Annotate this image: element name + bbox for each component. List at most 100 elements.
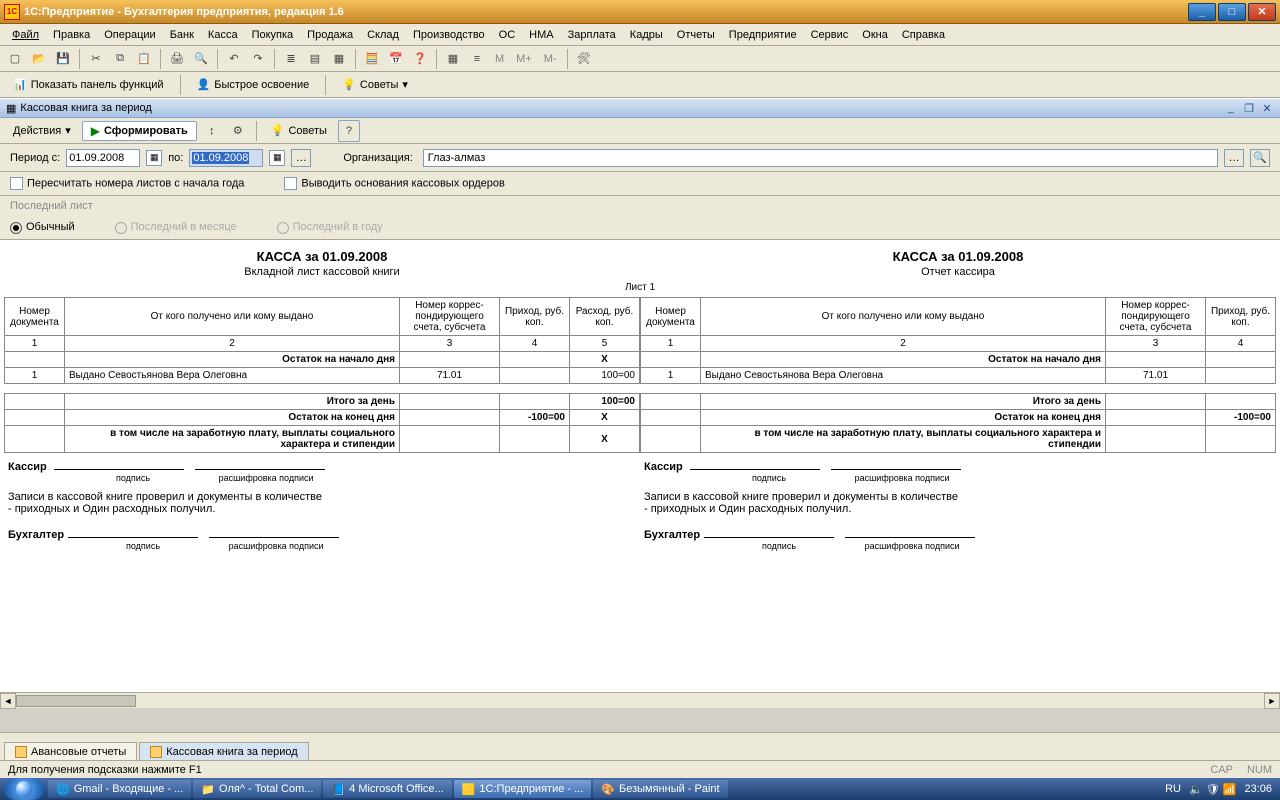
task-totalcmd[interactable]: 📁 Оля^ - Total Com... [193, 780, 321, 798]
close-button[interactable]: ✕ [1248, 3, 1276, 21]
report-subtitle-right: Отчет кассира [640, 266, 1276, 278]
tab-cash-book[interactable]: Кассовая книга за период [139, 742, 308, 761]
mplus-icon[interactable]: M+ [511, 48, 537, 70]
menu-help[interactable]: Справка [896, 27, 951, 43]
recalc-checkbox[interactable]: Пересчитать номера листов с начала года [10, 177, 244, 190]
calendar-icon[interactable]: 📅 [385, 48, 407, 70]
statusbar: Для получения подсказки нажмите F1 CAP N… [0, 760, 1280, 778]
sub-min-icon[interactable]: _ [1224, 101, 1238, 115]
scroll-right-icon[interactable]: ► [1264, 693, 1280, 709]
menu-operations[interactable]: Операции [98, 27, 161, 43]
menu-cash[interactable]: Касса [202, 27, 244, 43]
report-area: КАССА за 01.09.2008 Вкладной лист кассов… [0, 240, 1280, 692]
checks-row: Пересчитать номера листов с начала года … [0, 172, 1280, 196]
tray-lang[interactable]: RU [1165, 783, 1181, 795]
menu-production[interactable]: Производство [407, 27, 491, 43]
task-office[interactable]: 📘 4 Microsoft Office... [323, 780, 451, 798]
menubar: Файл Правка Операции Банк Касса Покупка … [0, 24, 1280, 46]
menu-warehouse[interactable]: Склад [361, 27, 405, 43]
paste-icon[interactable]: 📋 [133, 48, 155, 70]
action-icon-1[interactable]: ↕ [201, 120, 223, 142]
redo-icon[interactable]: ↷ [247, 48, 269, 70]
advice-button[interactable]: 💡 Советы ▾ [335, 74, 415, 96]
menu-windows[interactable]: Окна [856, 27, 894, 43]
tool2-icon[interactable]: ▤ [304, 48, 326, 70]
app-icon: 1C [4, 4, 20, 20]
new-icon[interactable]: ▢ [4, 48, 26, 70]
calendar-from-icon[interactable]: ▦ [146, 150, 162, 166]
quick-learn-button[interactable]: 👤 Быстрое освоение [190, 74, 317, 96]
radio-last-year[interactable]: Последний в году [277, 221, 383, 233]
menu-salary[interactable]: Зарплата [562, 27, 622, 43]
menu-reports[interactable]: Отчеты [671, 27, 721, 43]
menu-service[interactable]: Сервис [805, 27, 855, 43]
subwindow-title: Кассовая книга за период [20, 102, 151, 114]
subwindow-titlebar: ▦ Кассовая книга за период _ ❐ ✕ [0, 98, 1280, 118]
menu-sale[interactable]: Продажа [301, 27, 359, 43]
menu-staff[interactable]: Кадры [624, 27, 669, 43]
table-icon[interactable]: ▦ [442, 48, 464, 70]
show-panel-button[interactable]: 📊 Показать панель функций [6, 74, 171, 96]
find-icon[interactable]: 🔍 [190, 48, 212, 70]
copy-icon[interactable]: ⧉ [109, 48, 131, 70]
cut-icon[interactable]: ✂ [85, 48, 107, 70]
action-bar: Действия ▾ ▶ Сформировать ↕ ⚙ 💡 Советы ? [0, 118, 1280, 144]
mminus-icon[interactable]: M- [539, 48, 562, 70]
report-subtitle-left: Вкладной лист кассовой книги [4, 266, 640, 278]
advice2-button[interactable]: 💡 Советы [264, 120, 334, 142]
menu-enterprise[interactable]: Предприятие [723, 27, 803, 43]
tab-advance-reports[interactable]: Авансовые отчеты [4, 742, 137, 761]
start-button[interactable] [4, 778, 44, 800]
task-paint[interactable]: 🎨 Безымянный - Paint [593, 780, 727, 798]
open-icon[interactable]: 📂 [28, 48, 50, 70]
system-tray[interactable]: RU 🔈 🛡 📶 23:06 [1157, 783, 1280, 796]
calc-icon[interactable]: 🧮 [361, 48, 383, 70]
menu-bank[interactable]: Банк [164, 27, 200, 43]
horizontal-scrollbar[interactable]: ◄ ► [0, 692, 1280, 708]
date-from-input[interactable]: 01.09.2008 [66, 149, 140, 167]
tab-icon [15, 746, 27, 758]
radio-last-month[interactable]: Последний в месяце [115, 221, 237, 233]
status-cap: CAP [1210, 764, 1233, 776]
report-title-left: КАССА за 01.09.2008 [4, 249, 640, 264]
menu-purchase[interactable]: Покупка [246, 27, 300, 43]
actions-dropdown[interactable]: Действия ▾ [6, 120, 78, 142]
calendar-to-icon[interactable]: ▦ [269, 150, 285, 166]
m-icon[interactable]: M [490, 48, 509, 70]
print-icon[interactable]: 🖨 [166, 48, 188, 70]
period-select-button[interactable]: … [291, 149, 311, 167]
org-open-button[interactable]: 🔍 [1250, 149, 1270, 167]
scroll-left-icon[interactable]: ◄ [0, 693, 16, 709]
org-select-button[interactable]: … [1224, 149, 1244, 167]
menu-os[interactable]: ОС [493, 27, 522, 43]
list-icon[interactable]: ≡ [466, 48, 488, 70]
save-icon[interactable]: 💾 [52, 48, 74, 70]
date-to-input[interactable]: 01.09.2008 [189, 149, 263, 167]
org-input[interactable]: Глаз-алмаз [423, 149, 1218, 167]
task-1c[interactable]: 🟨 1С:Предприятие - ... [454, 780, 592, 798]
person-icon: 👤 [197, 78, 211, 91]
help2-icon[interactable]: ? [338, 120, 360, 142]
tray-icons[interactable]: 🔈 🛡 📶 [1189, 783, 1236, 796]
tool-icon[interactable]: ≣ [280, 48, 302, 70]
settings-icon[interactable]: 🛠 [573, 48, 595, 70]
to-label: по: [168, 152, 183, 164]
action-icon-2[interactable]: ⚙ [227, 120, 249, 142]
minimize-button[interactable]: _ [1188, 3, 1216, 21]
sub-restore-icon[interactable]: ❐ [1242, 101, 1256, 115]
menu-nma[interactable]: НМА [523, 27, 559, 43]
sub-close-icon[interactable]: ✕ [1260, 101, 1274, 115]
report-table-left: Номер документаОт кого получено или кому… [4, 297, 640, 453]
menu-edit[interactable]: Правка [47, 27, 96, 43]
menu-file[interactable]: Файл [6, 27, 45, 43]
form-button[interactable]: ▶ Сформировать [82, 121, 197, 141]
tool3-icon[interactable]: ▦ [328, 48, 350, 70]
show-basis-checkbox[interactable]: Выводить основания кассовых ордеров [284, 177, 504, 190]
undo-icon[interactable]: ↶ [223, 48, 245, 70]
scroll-thumb[interactable] [16, 695, 136, 707]
maximize-button[interactable]: □ [1218, 3, 1246, 21]
bulb-icon: 💡 [342, 78, 356, 91]
radio-normal[interactable]: Обычный [10, 221, 75, 233]
task-gmail[interactable]: 🌐 Gmail - Входящие - ... [48, 780, 191, 798]
help-icon[interactable]: ❓ [409, 48, 431, 70]
